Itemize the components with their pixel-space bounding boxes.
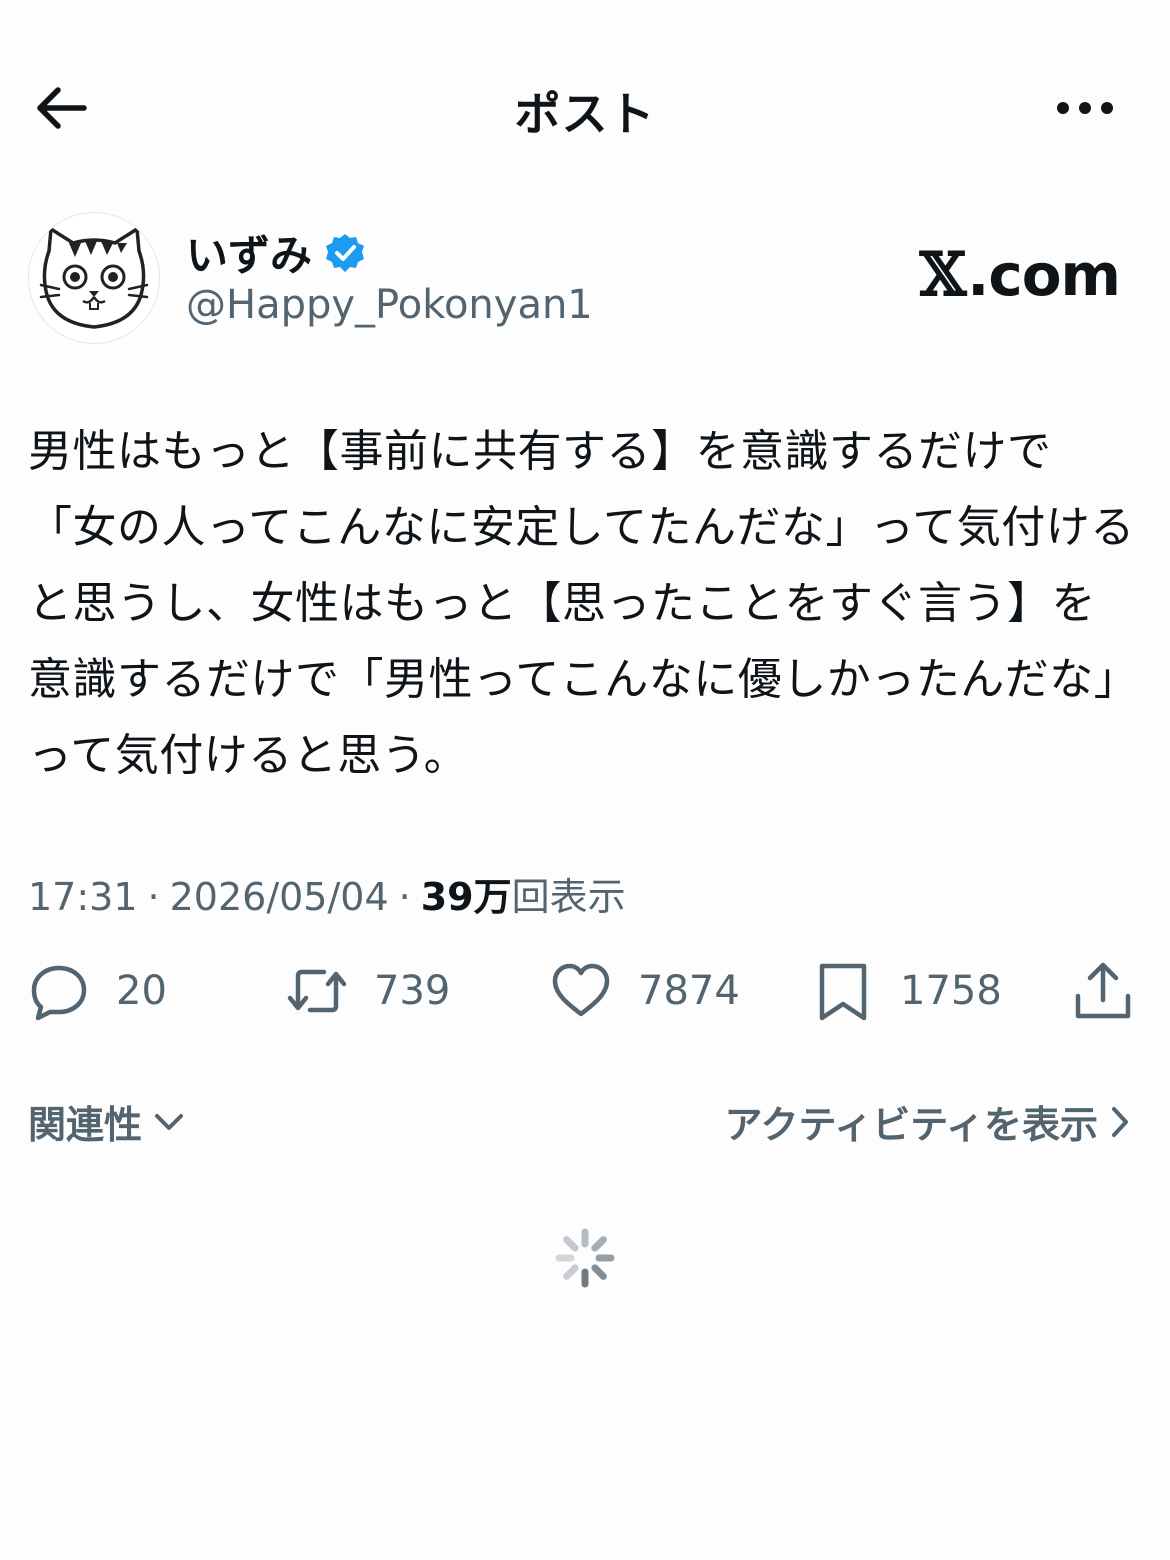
display-name: いずみ <box>186 231 313 280</box>
post-meta: 17:31 · 2026/05/04 · 39万 回表示 <box>28 866 626 921</box>
action-bar: 20 739 7874 1758 <box>28 960 1138 1030</box>
cat-avatar-icon <box>39 225 149 329</box>
meta-separator: · <box>147 875 160 919</box>
like-count: 7874 <box>638 968 740 1014</box>
x-logo-icon: 𝕏 <box>919 240 967 310</box>
post-text: 男性はもっと【事前に共有する】を意識するだけで「女の人ってこんなに安定してたんだ… <box>28 426 1135 781</box>
verified-badge-icon <box>326 233 365 272</box>
heart-icon <box>552 963 610 1017</box>
bookmark-count: 1758 <box>900 968 1002 1014</box>
avatar[interactable] <box>28 212 160 344</box>
repost-icon <box>287 969 347 1013</box>
x-com-watermark: 𝕏 .com <box>919 240 1121 310</box>
sort-dropdown[interactable]: 関連性 <box>28 1094 184 1149</box>
reply-button[interactable]: 20 <box>28 960 167 1022</box>
sort-label: 関連性 <box>28 1103 143 1147</box>
chevron-down-icon <box>155 1113 184 1130</box>
more-horizontal-icon <box>1057 102 1113 114</box>
like-button[interactable]: 7874 <box>550 960 740 1022</box>
activity-label: アクティビティを表示 <box>724 1103 1098 1147</box>
page-title: ポスト <box>514 87 656 141</box>
author-handle[interactable]: @Happy_Pokonyan1 <box>186 282 593 328</box>
share-icon <box>1075 962 1131 1019</box>
repost-button[interactable]: 739 <box>286 960 450 1022</box>
more-options-button[interactable] <box>1050 84 1120 132</box>
watermark-domain: .com <box>967 241 1121 309</box>
post-detail-screen: ポスト いずみ @Happy_Pokonyan1 𝕏 .com 男性はもっと【事… <box>0 0 1170 1560</box>
bookmark-icon <box>819 963 867 1021</box>
loading-spinner-icon <box>555 1228 615 1288</box>
author-display-name-row[interactable]: いずみ <box>186 222 366 283</box>
view-activity-link[interactable]: アクティビティを表示 <box>724 1094 1130 1149</box>
chevron-right-icon <box>1112 1106 1128 1137</box>
repost-count: 739 <box>374 968 451 1014</box>
reply-icon <box>31 965 87 1021</box>
views-label: 回表示 <box>511 875 626 919</box>
views-count: 39万 <box>420 875 512 919</box>
reply-count: 20 <box>116 968 167 1014</box>
meta-separator: · <box>398 875 411 919</box>
share-button[interactable] <box>1072 960 1134 1022</box>
post-date[interactable]: 2026/05/04 <box>170 875 389 919</box>
post-time[interactable]: 17:31 <box>28 875 138 919</box>
bookmark-button[interactable]: 1758 <box>812 960 1002 1022</box>
